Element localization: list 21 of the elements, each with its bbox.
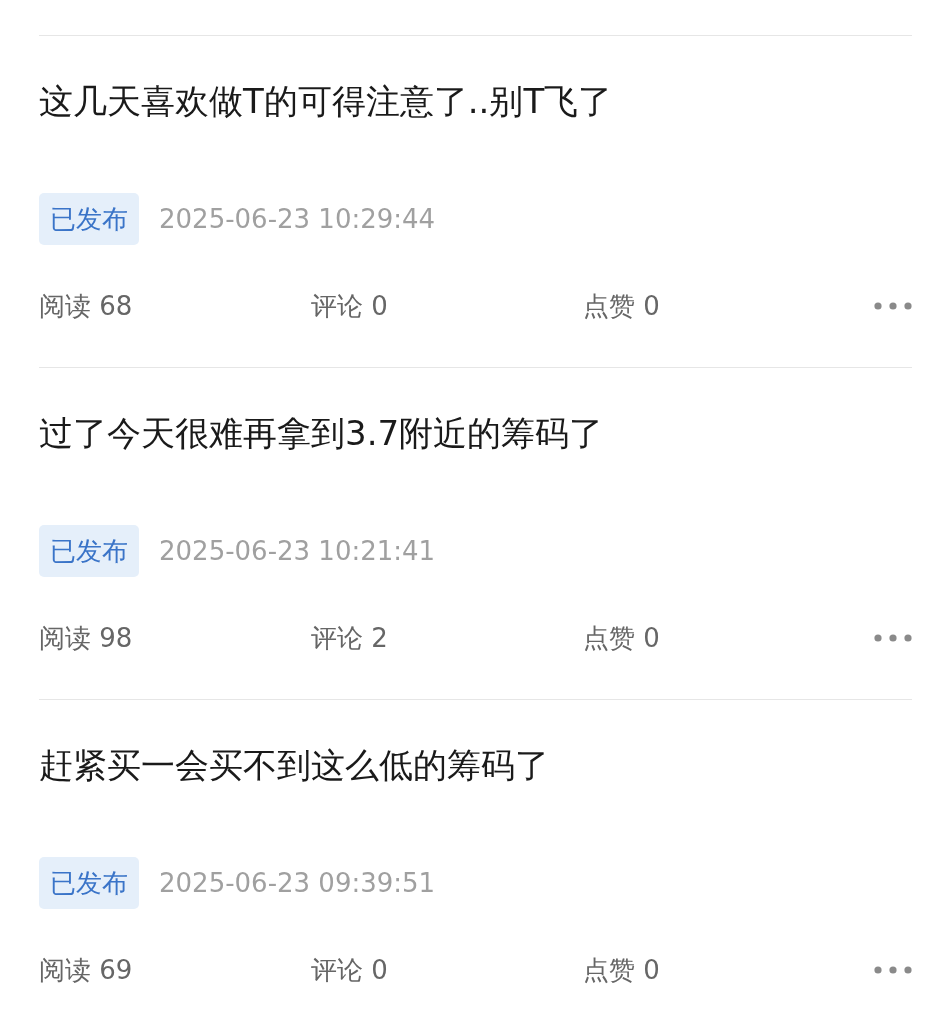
read-count: 阅读 68	[39, 289, 134, 323]
comment-count: 评论 0	[311, 953, 389, 987]
post-title[interactable]: 赶紧买一会买不到这么低的筹码了	[39, 740, 912, 790]
post-time: 2025-06-23 09:39:51	[159, 868, 436, 898]
post-title[interactable]: 这几天喜欢做T的可得注意了..别T飞了	[39, 76, 912, 126]
status-badge: 已发布	[39, 857, 139, 909]
post-time: 2025-06-23 10:21:41	[159, 536, 436, 566]
status-badge: 已发布	[39, 193, 139, 245]
more-icon[interactable]	[874, 966, 912, 974]
like-count: 点赞 0	[583, 621, 661, 655]
comment-count: 评论 0	[311, 289, 389, 323]
like-count: 点赞 0	[583, 953, 661, 987]
post-time: 2025-06-23 10:29:44	[159, 204, 436, 234]
like-count: 点赞 0	[583, 289, 661, 323]
more-icon[interactable]	[874, 634, 912, 642]
status-badge: 已发布	[39, 525, 139, 577]
more-icon[interactable]	[874, 302, 912, 310]
comment-count: 评论 2	[311, 621, 389, 655]
read-count: 阅读 98	[39, 621, 134, 655]
read-count: 阅读 69	[39, 953, 134, 987]
post-title[interactable]: 过了今天很难再拿到3.7附近的筹码了	[39, 408, 912, 458]
